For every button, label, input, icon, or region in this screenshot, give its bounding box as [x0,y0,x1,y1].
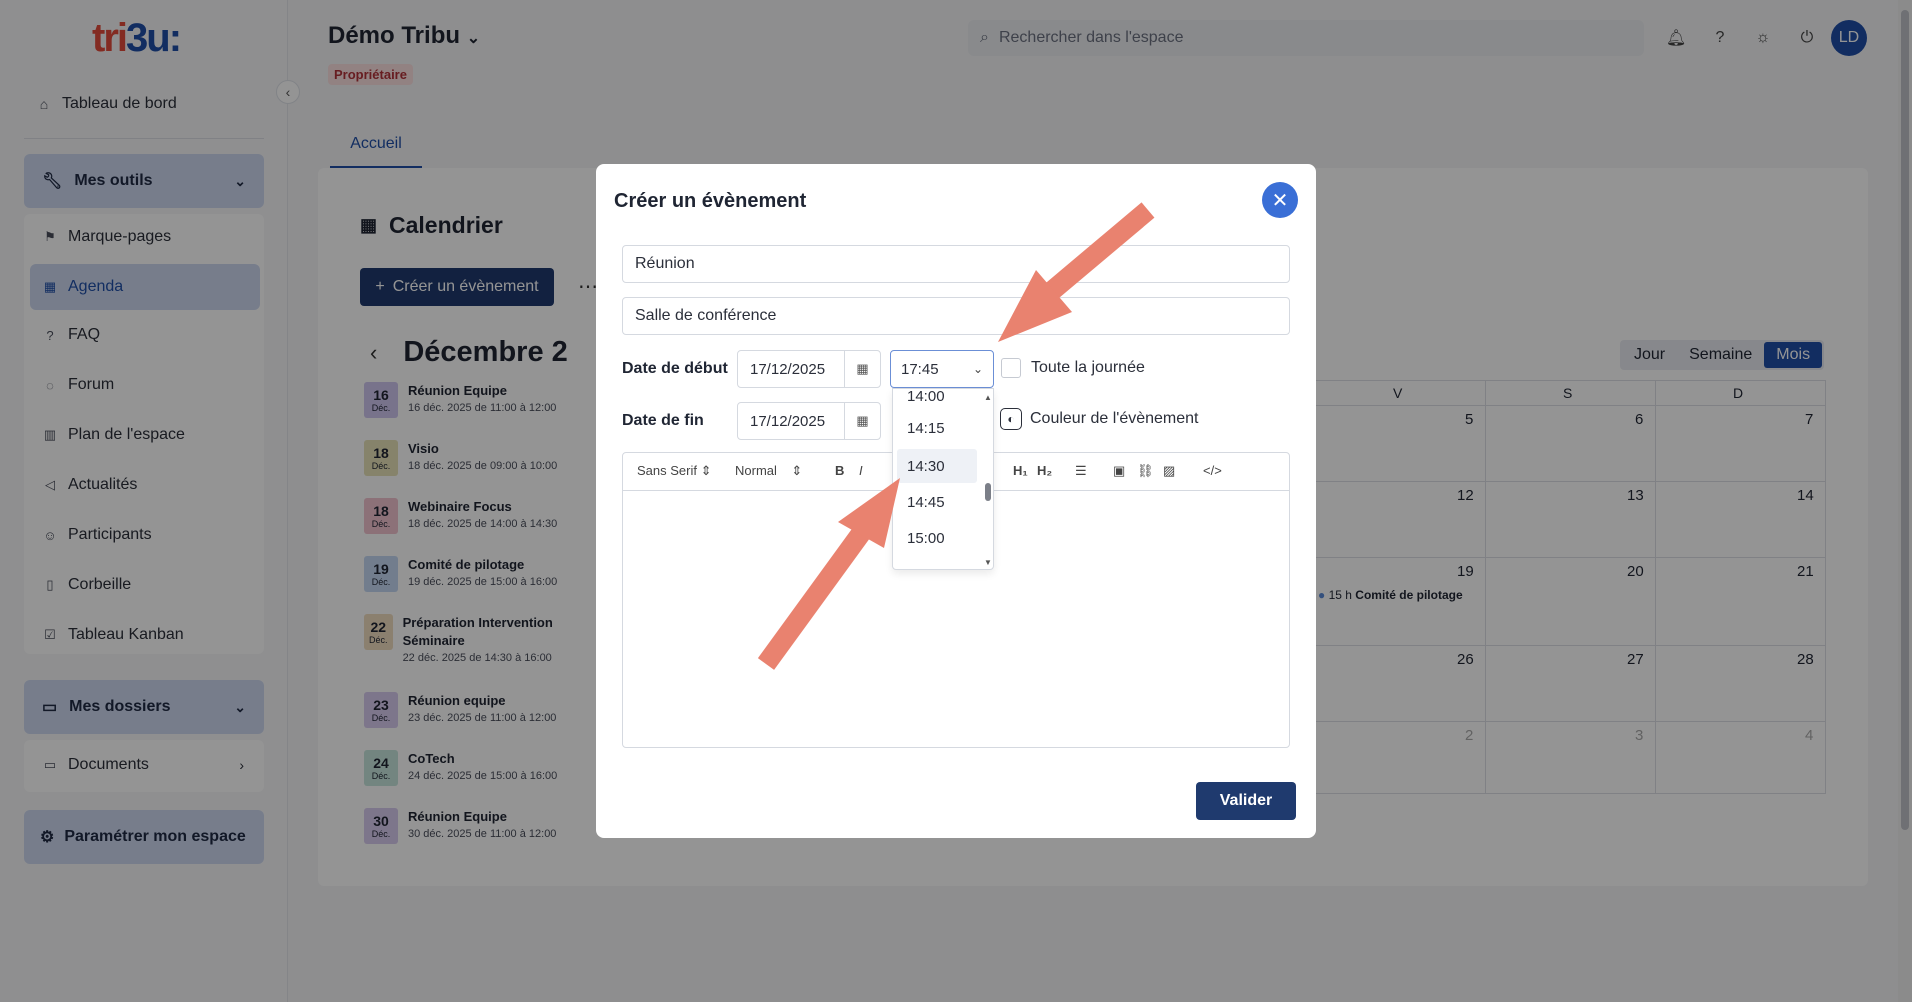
time-option[interactable]: 14:00 [897,389,977,413]
close-icon: ✕ [1271,189,1289,212]
time-option[interactable]: 15:00 [897,521,977,555]
italic-button[interactable]: I [859,463,863,478]
create-event-modal: Créer un évènement ✕ Réunion Salle de co… [596,164,1316,838]
image-icon[interactable]: ▨ [1163,463,1175,479]
end-date-label: Date de fin [622,412,704,429]
event-name-input[interactable]: Réunion [622,245,1290,283]
size-select[interactable]: Normal ⇕ [735,463,802,479]
start-date-value: 17/12/2025 [750,360,826,378]
close-button[interactable]: ✕ [1262,182,1298,218]
font-value: Sans Serif [637,463,697,478]
start-time-select[interactable]: 17:45 ⌄ [890,350,994,388]
all-day-label: Toute la journée [1031,359,1145,376]
end-date-value: 17/12/2025 [750,412,826,430]
font-select[interactable]: Sans Serif ⇕ [637,463,712,479]
heading2-button[interactable]: H₂ [1037,463,1052,478]
all-day-option[interactable]: Toute la journée [1001,358,1145,378]
time-option[interactable]: 14:30 [897,449,977,483]
time-list-scroll-thumb[interactable] [985,483,991,501]
start-date-field[interactable]: 17/12/2025 ▦ [737,350,881,388]
calendar-icon[interactable]: ▦ [844,351,880,387]
time-list-scrollbar[interactable]: ▲ ▼ [983,389,993,569]
video-icon[interactable]: ▣ [1113,463,1125,479]
all-day-checkbox[interactable] [1001,358,1021,378]
code-icon[interactable]: </> [1203,463,1222,478]
validate-button[interactable]: Valider [1196,782,1296,820]
event-color-label: Couleur de l'évènement [1030,410,1199,427]
heading1-button[interactable]: H₁ [1013,463,1028,478]
align-icon[interactable]: ☰ [1075,463,1087,479]
modal-title: Créer un évènement [614,190,807,212]
chevron-down-icon: ⌄ [972,362,983,376]
calendar-icon[interactable]: ▦ [844,403,880,439]
event-color-picker[interactable]: ◐ Couleur de l'évènement [1000,408,1199,430]
bold-button[interactable]: B [835,463,844,478]
scroll-down-icon[interactable]: ▼ [984,558,992,567]
time-option[interactable]: 14:15 [897,411,977,445]
link-icon[interactable]: ⛓ [1137,463,1154,479]
time-dropdown-list: ▲ ▼ 14:00 14:15 14:30 14:45 15:00 [892,388,994,570]
time-option[interactable]: 14:45 [897,485,977,519]
scroll-up-icon[interactable]: ▲ [984,393,992,402]
palette-icon: ◐ [1000,408,1022,430]
end-date-field[interactable]: 17/12/2025 ▦ [737,402,881,440]
start-time-value: 17:45 [901,360,939,378]
event-location-input[interactable]: Salle de conférence [622,297,1290,335]
start-date-label: Date de début [622,360,728,377]
size-value: Normal [735,463,777,478]
